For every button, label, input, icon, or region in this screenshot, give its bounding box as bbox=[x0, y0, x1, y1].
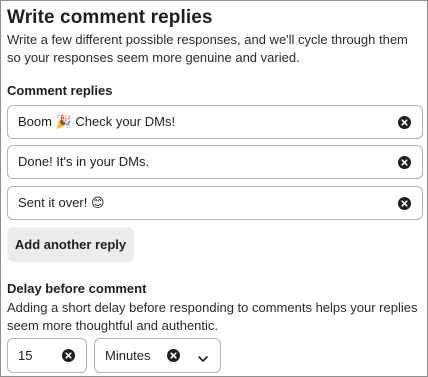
comment-replies-panel: Write comment replies Write a few differ… bbox=[0, 0, 428, 377]
close-circle-icon[interactable] bbox=[167, 349, 180, 362]
delay-amount-input[interactable]: 15 bbox=[7, 338, 87, 373]
comment-replies-label: Comment replies bbox=[7, 83, 113, 98]
reply-text-2[interactable]: Done! It's in your DMs. bbox=[18, 146, 149, 178]
section-description: Write a few different possible responses… bbox=[7, 32, 408, 65]
chevron-down-icon[interactable] bbox=[197, 351, 209, 362]
add-another-reply-button[interactable]: Add another reply bbox=[7, 227, 134, 262]
close-circle-icon[interactable] bbox=[398, 156, 411, 169]
reply-text-1[interactable]: Boom 🎉 Check your DMs! bbox=[18, 106, 175, 138]
reply-text-3[interactable]: Sent it over! 😊 bbox=[18, 187, 105, 219]
delay-unit-select[interactable]: Minutes bbox=[94, 338, 221, 373]
delay-unit-value[interactable]: Minutes bbox=[105, 339, 151, 372]
reply-field-2[interactable]: Done! It's in your DMs. bbox=[7, 145, 423, 179]
delay-amount-value[interactable]: 15 bbox=[18, 339, 32, 372]
reply-field-3[interactable]: Sent it over! 😊 bbox=[7, 186, 423, 220]
reply-field-1[interactable]: Boom 🎉 Check your DMs! bbox=[7, 105, 423, 139]
close-circle-icon[interactable] bbox=[398, 197, 411, 210]
delay-description: Adding a short delay before responding t… bbox=[7, 300, 418, 333]
close-circle-icon[interactable] bbox=[398, 116, 411, 129]
close-circle-icon[interactable] bbox=[62, 349, 75, 362]
delay-label: Delay before comment bbox=[7, 281, 147, 296]
section-title: Write comment replies bbox=[7, 7, 213, 28]
